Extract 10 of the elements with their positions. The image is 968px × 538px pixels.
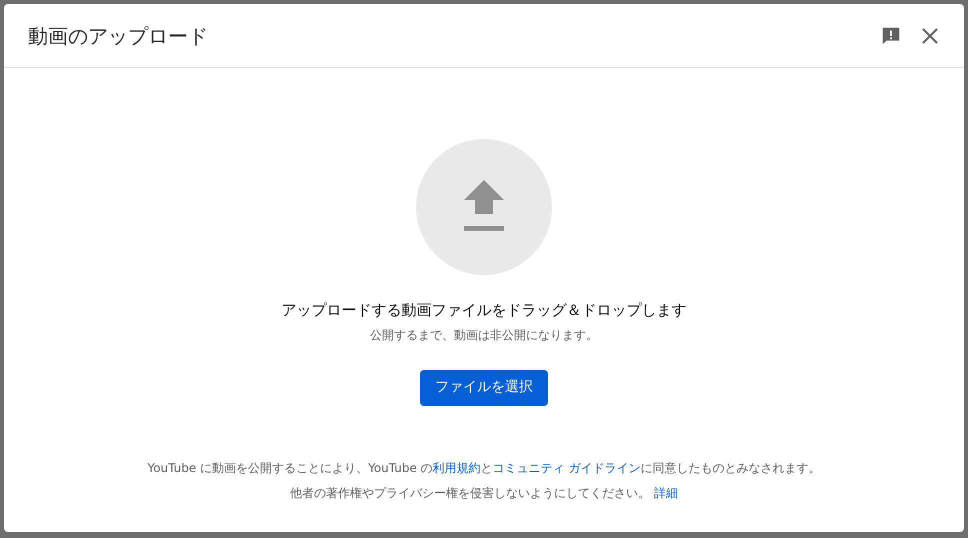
terms-link[interactable]: コミュニティ ガイドライン [492,461,641,475]
terms-link[interactable]: 利用規約 [432,461,481,475]
terms-link[interactable]: 詳細 [654,486,678,500]
terms-notice: 他者の著作権やプライバシー権を侵害しないようにしてください。 詳細 [290,485,678,502]
close-icon[interactable] [920,26,940,46]
dialog-title: 動画のアップロード [28,22,209,50]
drop-heading: アップロードする動画ファイルをドラッグ＆ドロップします [282,300,686,321]
private-notice: 公開するまで、動画は非公開になります。 [370,326,598,344]
terms-notice: YouTube に動画を公開することにより、YouTube の利用規約 と コミュニティ ガイドラインに同意したものとみなされます。 [147,460,821,477]
select-file-button[interactable]: ファイルを選択 [420,370,548,406]
